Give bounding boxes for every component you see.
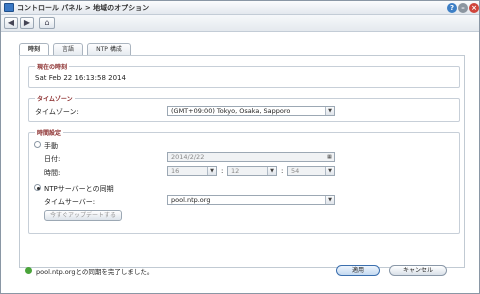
current-time-group: 現在の時刻 Sat Feb 22 16:13:58 2014	[28, 62, 460, 88]
date-value: 2014/2/22	[171, 153, 205, 161]
apply-button[interactable]: 適用	[336, 265, 380, 276]
control-panel-icon	[4, 3, 14, 12]
minute-value: 12	[231, 167, 240, 175]
calendar-icon[interactable]: ▦	[325, 153, 334, 161]
second-value: 54	[291, 167, 300, 175]
manual-radio[interactable]	[34, 141, 41, 148]
time-settings-group: 時間設定 手動 日付: 2014/2/22 ▦ 時間: 16 ▼ : 12 ▼	[28, 128, 460, 234]
home-icon: ⌂	[44, 18, 50, 27]
manual-label: 手動	[44, 142, 58, 150]
chevron-down-icon: ▼	[325, 107, 334, 115]
time-label: 時間:	[44, 169, 61, 177]
toolbar: ◀ ▶ ⌂	[1, 15, 479, 32]
forward-button[interactable]: ▶	[20, 17, 34, 29]
time-server-select[interactable]: pool.ntp.org ▼	[167, 195, 335, 205]
cancel-button[interactable]: キャンセル	[389, 265, 447, 276]
date-label: 日付:	[44, 155, 61, 163]
back-button[interactable]: ◀	[4, 17, 18, 29]
time-settings-legend: 時間設定	[35, 128, 64, 137]
chevron-down-icon: ▼	[267, 167, 276, 175]
tab-language[interactable]: 言語	[53, 43, 83, 55]
window-title: コントロール パネル > 地域のオプション	[17, 4, 150, 12]
tab-panel: 現在の時刻 Sat Feb 22 16:13:58 2014 タイムゾーン タイ…	[19, 55, 465, 268]
time-separator: :	[221, 167, 224, 175]
timezone-group: タイムゾーン タイムゾーン: (GMT+09:00) Tokyo, Osaka,…	[28, 94, 460, 122]
time-server-label: タイムサーバー:	[44, 198, 96, 206]
time-separator: :	[281, 167, 284, 175]
status-message: pool.ntp.orgとの同期を完了しました。	[36, 268, 154, 276]
app-window: コントロール パネル > 地域のオプション ? – × ◀ ▶ ⌂ 時刻 言語 …	[0, 0, 480, 294]
time-server-value: pool.ntp.org	[171, 196, 211, 204]
main-content: 時刻 言語 NTP 構成 現在の時刻 Sat Feb 22 16:13:58 2…	[11, 39, 469, 277]
current-time-value: Sat Feb 22 16:13:58 2014	[35, 74, 126, 82]
ntp-sync-label: NTPサーバーとの同期	[44, 185, 114, 193]
chevron-down-icon: ▼	[207, 167, 216, 175]
arrow-left-icon: ◀	[7, 18, 15, 27]
update-now-button[interactable]: 今すぐアップデートする	[44, 210, 122, 221]
timezone-legend: タイムゾーン	[35, 94, 75, 103]
home-button[interactable]: ⌂	[39, 17, 55, 29]
hour-select[interactable]: 16 ▼	[167, 166, 217, 176]
arrow-right-icon: ▶	[23, 18, 31, 27]
footer: pool.ntp.orgとの同期を完了しました。 適用 キャンセル	[1, 260, 479, 294]
close-icon[interactable]: ×	[469, 3, 479, 13]
timezone-select[interactable]: (GMT+09:00) Tokyo, Osaka, Sapporo ▼	[167, 106, 335, 116]
chevron-down-icon: ▼	[325, 196, 334, 204]
second-select[interactable]: 54 ▼	[287, 166, 335, 176]
minute-select[interactable]: 12 ▼	[227, 166, 277, 176]
timezone-label: タイムゾーン:	[35, 108, 79, 116]
chevron-down-icon: ▼	[325, 167, 334, 175]
success-check-icon	[25, 267, 32, 274]
date-field[interactable]: 2014/2/22 ▦	[167, 152, 335, 162]
hour-value: 16	[171, 167, 180, 175]
timezone-value: (GMT+09:00) Tokyo, Osaka, Sapporo	[171, 107, 291, 115]
help-icon[interactable]: ?	[447, 3, 457, 13]
minimize-icon[interactable]: –	[458, 3, 468, 13]
tab-ntp[interactable]: NTP 構成	[87, 43, 131, 55]
ntp-sync-radio[interactable]	[34, 184, 41, 191]
current-time-legend: 現在の時刻	[35, 62, 70, 71]
title-bar: コントロール パネル > 地域のオプション ? – ×	[1, 1, 479, 15]
